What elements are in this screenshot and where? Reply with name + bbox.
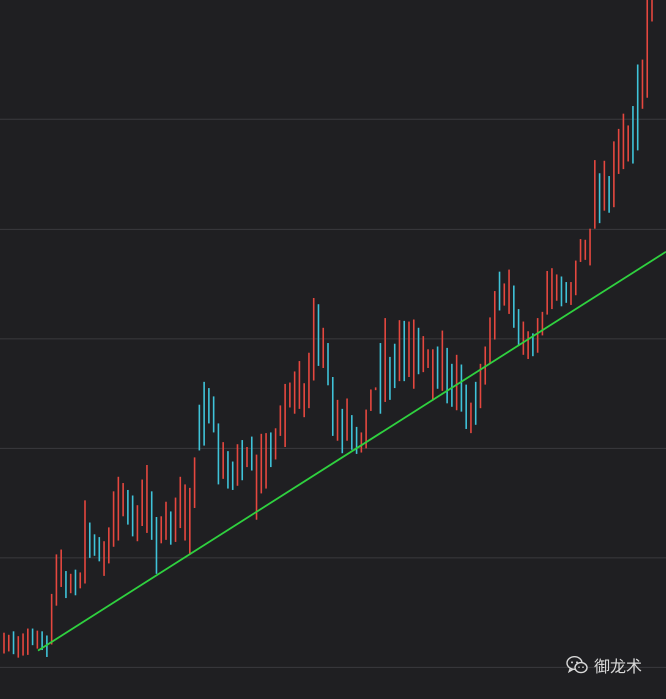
wechat-icon bbox=[566, 655, 588, 674]
chart-stage: 御龙术 bbox=[0, 0, 666, 699]
watermark-text: 御龙术 bbox=[593, 657, 642, 676]
trendline bbox=[37, 250, 666, 652]
price-chart bbox=[0, 0, 666, 668]
price-bars bbox=[3, 0, 653, 658]
watermark: 御龙术 bbox=[566, 653, 642, 677]
trendline-layer bbox=[37, 250, 666, 652]
